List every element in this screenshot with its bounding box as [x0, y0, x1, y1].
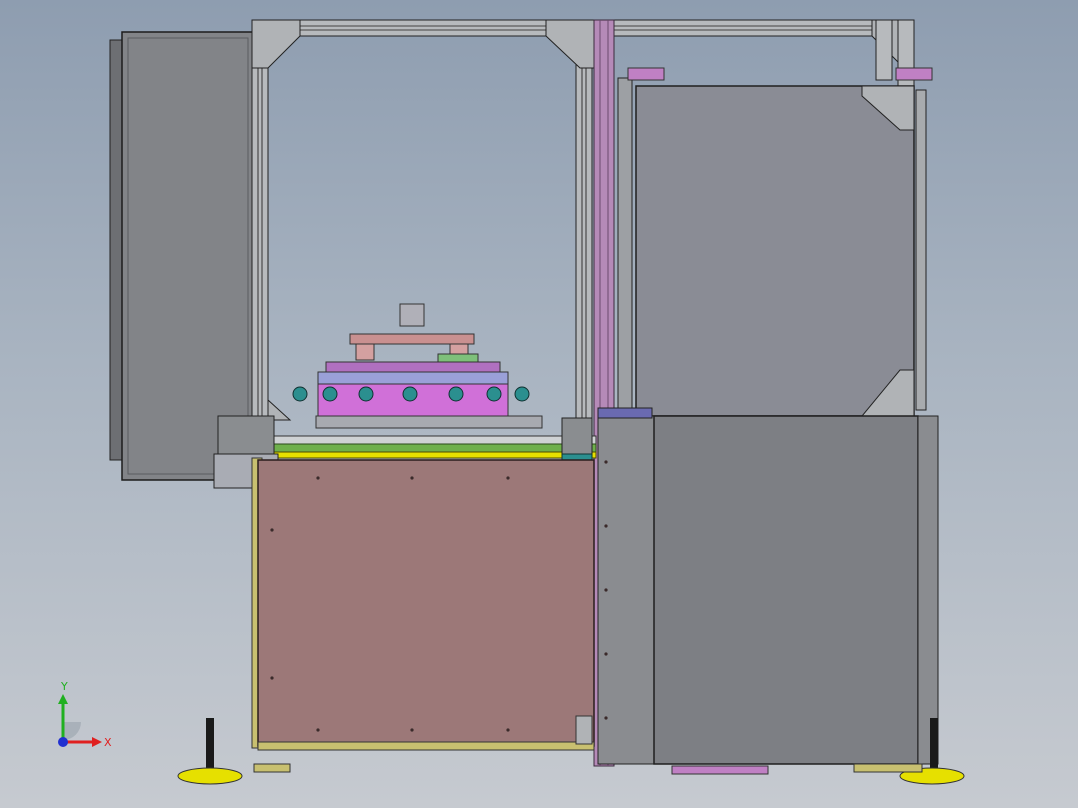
- x-axis-arrowhead: [92, 737, 102, 747]
- lower-cabinet: [251, 457, 595, 751]
- z-axis-marker: [58, 737, 68, 747]
- machine-base-plate: [261, 435, 597, 459]
- left-frame-post: [251, 19, 269, 461]
- left-electrical-enclosure: [109, 31, 255, 481]
- right-lower-cabinet: [597, 407, 939, 765]
- x-axis-label: X: [104, 736, 112, 749]
- y-axis-arrowhead: [58, 694, 68, 704]
- middle-frame-post: [575, 19, 593, 441]
- rotary-index-table: [315, 303, 543, 429]
- y-axis-label: Y: [60, 680, 68, 693]
- axis-triad: Y X: [58, 680, 112, 749]
- upper-right-guard-panel: [617, 67, 933, 419]
- cad-viewport[interactable]: [0, 0, 1078, 808]
- triad-plane-marker: [63, 722, 81, 740]
- fixture-clamps: [292, 386, 530, 402]
